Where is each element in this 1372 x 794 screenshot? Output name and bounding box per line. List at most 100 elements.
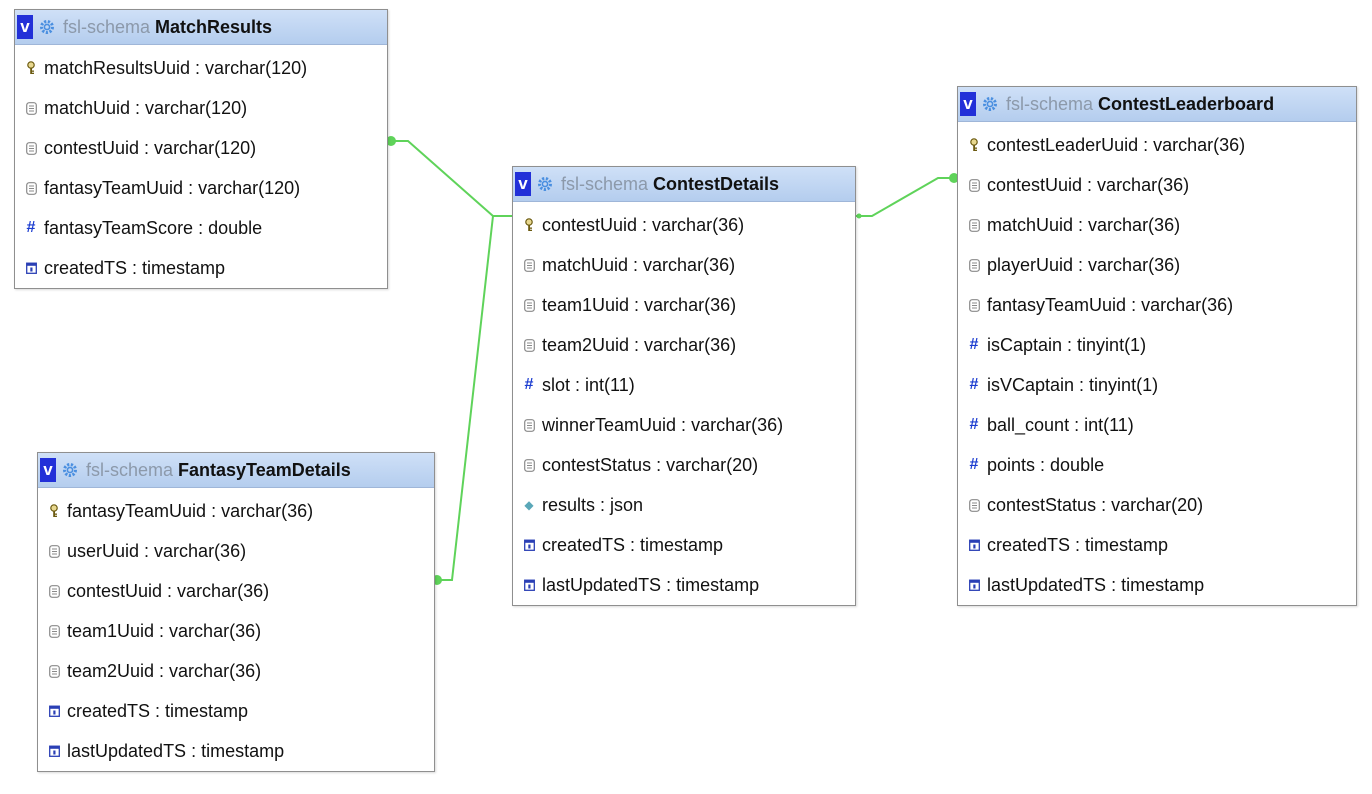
column-label: team2Uuid : varchar(36): [542, 334, 737, 355]
column-label: playerUuid : varchar(36): [987, 254, 1181, 275]
column-row[interactable]: fantasyTeamUuid : varchar(36): [38, 491, 434, 531]
column-label: lastUpdatedTS : timestamp: [987, 574, 1205, 595]
table-matchresults[interactable]: v fsl-schema MatchResults matchResultsUu…: [14, 9, 388, 289]
column-label: matchResultsUuid : varchar(120): [44, 57, 308, 78]
text-column-icon: [47, 584, 61, 598]
date-column-icon: [47, 744, 61, 758]
column-row[interactable]: team1Uuid : varchar(36): [38, 611, 434, 651]
column-label: team1Uuid : varchar(36): [542, 294, 737, 315]
table-name: ContestDetails: [653, 173, 780, 194]
column-label: matchUuid : varchar(120): [44, 97, 248, 118]
relation-endpoint: [856, 213, 862, 219]
schema-name: fsl-schema: [561, 173, 649, 194]
column-row[interactable]: fantasyTeamUuid : varchar(36): [958, 285, 1356, 325]
text-column-icon: [967, 178, 981, 192]
column-row[interactable]: contestLeaderUuid : varchar(36): [958, 125, 1356, 165]
table-name: ContestLeaderboard: [1098, 93, 1275, 114]
table-name: MatchResults: [155, 16, 273, 37]
table-header[interactable]: v fsl-schema ContestDetails: [513, 167, 855, 202]
column-row[interactable]: contestStatus : varchar(20): [958, 485, 1356, 525]
schema-name: fsl-schema: [63, 16, 151, 37]
column-label: contestUuid : varchar(36): [67, 580, 270, 601]
text-column-icon: [967, 258, 981, 272]
key-icon: [47, 504, 61, 518]
column-row[interactable]: contestUuid : varchar(36): [513, 205, 855, 245]
table-name: FantasyTeamDetails: [178, 459, 351, 480]
column-row[interactable]: playerUuid : varchar(36): [958, 245, 1356, 285]
key-icon: [522, 218, 536, 232]
column-row[interactable]: matchUuid : varchar(36): [513, 245, 855, 285]
text-column-icon: [967, 498, 981, 512]
column-row[interactable]: # ball_count : int(11): [958, 405, 1356, 445]
numeric-column-icon: #: [969, 336, 979, 353]
date-column-icon: [522, 538, 536, 552]
table-contestleaderboard[interactable]: v fsl-schema ContestLeaderboard contestL…: [957, 86, 1357, 606]
text-column-icon: [47, 544, 61, 558]
column-row[interactable]: team2Uuid : varchar(36): [513, 325, 855, 365]
column-row[interactable]: contestUuid : varchar(36): [958, 165, 1356, 205]
table-header[interactable]: v fsl-schema ContestLeaderboard: [958, 87, 1356, 122]
column-list: fantasyTeamUuid : varchar(36) userUuid : …: [38, 488, 434, 771]
column-row[interactable]: matchResultsUuid : varchar(120): [15, 48, 387, 88]
column-row[interactable]: # isCaptain : tinyint(1): [958, 325, 1356, 365]
text-column-icon: [24, 141, 38, 155]
column-row[interactable]: contestStatus : varchar(20): [513, 445, 855, 485]
text-column-icon: [47, 664, 61, 678]
column-label: team2Uuid : varchar(36): [67, 660, 262, 681]
text-column-icon: [967, 298, 981, 312]
column-label: contestUuid : varchar(36): [987, 174, 1190, 195]
column-row[interactable]: # points : double: [958, 445, 1356, 485]
column-label: contestLeaderUuid : varchar(36): [987, 134, 1246, 155]
column-row[interactable]: # slot : int(11): [513, 365, 855, 405]
column-label: fantasyTeamScore : double: [44, 217, 263, 238]
column-label: isCaptain : tinyint(1): [987, 334, 1147, 355]
table-fantasyteamdetails[interactable]: v fsl-schema FantasyTeamDetails fantasyT…: [37, 452, 435, 772]
date-column-icon: [24, 261, 38, 275]
collapse-toggle-button[interactable]: v: [40, 458, 56, 482]
date-column-icon: [967, 538, 981, 552]
column-row[interactable]: team2Uuid : varchar(36): [38, 651, 434, 691]
table-header[interactable]: v fsl-schema MatchResults: [15, 10, 387, 45]
column-label: contestUuid : varchar(36): [542, 214, 745, 235]
column-row[interactable]: userUuid : varchar(36): [38, 531, 434, 571]
column-row[interactable]: createdTS : timestamp: [15, 248, 387, 288]
gear-icon[interactable]: [38, 18, 56, 36]
column-row[interactable]: winnerTeamUuid : varchar(36): [513, 405, 855, 445]
column-row[interactable]: lastUpdatedTS : timestamp: [513, 565, 855, 605]
column-row[interactable]: createdTS : timestamp: [38, 691, 434, 731]
column-row[interactable]: createdTS : timestamp: [958, 525, 1356, 565]
column-label: createdTS : timestamp: [542, 534, 724, 555]
numeric-column-icon: #: [969, 456, 979, 473]
column-label: matchUuid : varchar(36): [542, 254, 736, 275]
column-row[interactable]: fantasyTeamUuid : varchar(120): [15, 168, 387, 208]
column-list: matchResultsUuid : varchar(120) matchUuid…: [15, 45, 387, 288]
collapse-toggle-button[interactable]: v: [515, 172, 531, 196]
json-column-icon: ◆: [524, 498, 534, 512]
relation-line-contestdetails-leaderboard: [855, 177, 957, 217]
column-row[interactable]: # fantasyTeamScore : double: [15, 208, 387, 248]
column-label: lastUpdatedTS : timestamp: [67, 740, 285, 761]
column-label: fantasyTeamUuid : varchar(120): [44, 177, 301, 198]
column-row[interactable]: # isVCaptain : tinyint(1): [958, 365, 1356, 405]
table-header[interactable]: v fsl-schema FantasyTeamDetails: [38, 453, 434, 488]
column-row[interactable]: team1Uuid : varchar(36): [513, 285, 855, 325]
column-row[interactable]: matchUuid : varchar(36): [958, 205, 1356, 245]
column-label: userUuid : varchar(36): [67, 540, 247, 561]
column-row[interactable]: ◆ results : json: [513, 485, 855, 525]
column-row[interactable]: contestUuid : varchar(120): [15, 128, 387, 168]
column-row[interactable]: contestUuid : varchar(36): [38, 571, 434, 611]
column-row[interactable]: createdTS : timestamp: [513, 525, 855, 565]
gear-icon[interactable]: [61, 461, 79, 479]
column-label: contestStatus : varchar(20): [987, 494, 1204, 515]
column-row[interactable]: matchUuid : varchar(120): [15, 88, 387, 128]
column-row[interactable]: lastUpdatedTS : timestamp: [958, 565, 1356, 605]
text-column-icon: [522, 258, 536, 272]
gear-icon[interactable]: [981, 95, 999, 113]
column-label: createdTS : timestamp: [44, 257, 226, 278]
gear-icon[interactable]: [536, 175, 554, 193]
table-contestdetails[interactable]: v fsl-schema ContestDetails contestUuid …: [512, 166, 856, 606]
column-label: winnerTeamUuid : varchar(36): [542, 414, 784, 435]
collapse-toggle-button[interactable]: v: [17, 15, 33, 39]
collapse-toggle-button[interactable]: v: [960, 92, 976, 116]
column-row[interactable]: lastUpdatedTS : timestamp: [38, 731, 434, 771]
